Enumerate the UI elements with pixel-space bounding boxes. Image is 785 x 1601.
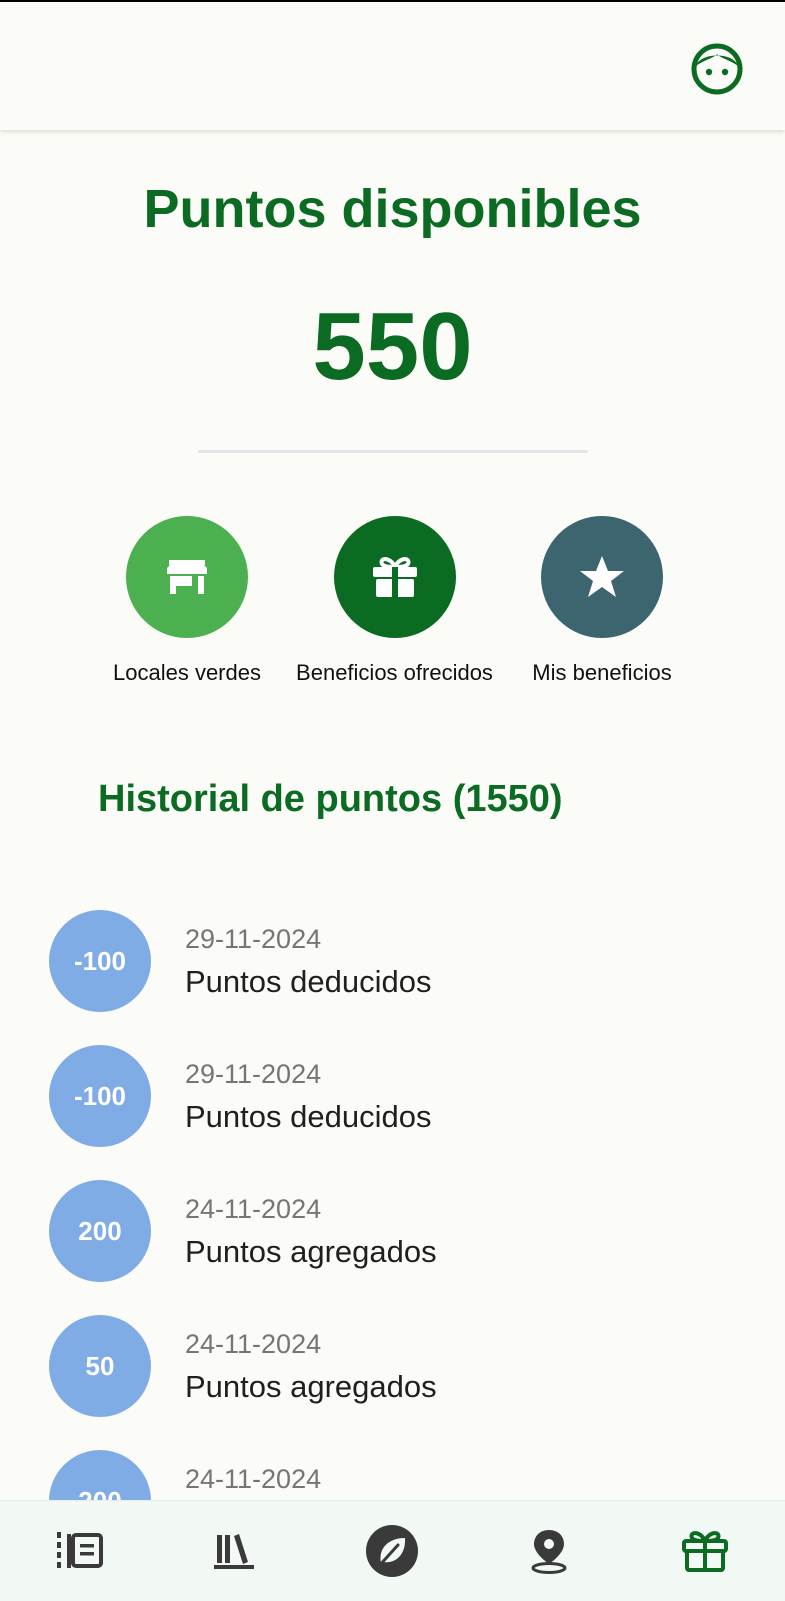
points-badge: -100 — [49, 1045, 151, 1147]
nav-list[interactable] — [50, 1523, 110, 1579]
location-pin-icon — [531, 1530, 567, 1574]
nav-eco[interactable] — [362, 1523, 422, 1579]
gift-icon — [682, 1531, 728, 1572]
nav-library[interactable] — [205, 1523, 265, 1579]
history-date: 29-11-2024 — [185, 1059, 322, 1089]
history-item[interactable]: -100 29-11-2024 Puntos deducidos — [0, 890, 785, 1025]
history-description: Puntos deducidos — [185, 1099, 432, 1134]
mis-beneficios-button[interactable]: Mis beneficios — [497, 516, 707, 686]
beneficios-ofrecidos-circle[interactable] — [333, 516, 456, 638]
nav-map[interactable] — [519, 1523, 579, 1579]
action-label: Mis beneficios — [532, 660, 672, 685]
history-list[interactable]: -100 29-11-2024 Puntos deducidos -100 29… — [0, 890, 785, 1500]
history-date: 24-11-2024 — [185, 1464, 322, 1494]
bottom-navigation — [0, 1500, 785, 1601]
history-date: 24-11-2024 — [185, 1329, 322, 1359]
gift-icon — [372, 557, 417, 597]
nav-benefits[interactable] — [675, 1523, 735, 1579]
leaf-icon — [366, 1525, 418, 1577]
history-description: Puntos agregados — [185, 1234, 437, 1269]
history-item[interactable]: -100 29-11-2024 Puntos deducidos — [0, 1025, 785, 1160]
app-bar — [0, 2, 785, 130]
history-item[interactable]: 200 24-11-2024 — [0, 1430, 785, 1500]
action-label: Beneficios ofrecidos — [296, 660, 493, 685]
locales-verdes-circle[interactable] — [126, 516, 248, 638]
profile-button[interactable] — [690, 42, 744, 96]
locales-verdes-button[interactable]: Locales verdes — [82, 516, 292, 686]
action-label: Locales verdes — [113, 660, 261, 685]
history-description: Puntos deducidos — [185, 964, 432, 999]
history-date: 29-11-2024 — [185, 924, 322, 954]
history-title: Historial de puntos (1550) — [98, 778, 563, 820]
page-title: Puntos disponibles — [143, 179, 642, 239]
points-badge: 200 — [49, 1180, 151, 1282]
face-icon — [691, 43, 743, 95]
beneficios-ofrecidos-button[interactable]: Beneficios ofrecidos — [282, 516, 507, 686]
list-icon — [57, 1532, 103, 1568]
history-date: 24-11-2024 — [185, 1194, 322, 1224]
points-badge: -100 — [49, 910, 151, 1012]
divider — [198, 450, 588, 453]
library-icon — [214, 1534, 254, 1569]
points-badge: 200 — [49, 1450, 151, 1500]
history-item[interactable]: 200 24-11-2024 Puntos agregados — [0, 1160, 785, 1295]
history-item[interactable]: 50 24-11-2024 Puntos agregados — [0, 1295, 785, 1430]
star-icon — [580, 556, 624, 597]
available-points: 550 — [312, 293, 473, 400]
history-description: Puntos agregados — [185, 1369, 437, 1404]
store-icon — [167, 560, 207, 594]
mis-beneficios-circle[interactable] — [541, 516, 663, 638]
points-badge: 50 — [49, 1315, 151, 1417]
